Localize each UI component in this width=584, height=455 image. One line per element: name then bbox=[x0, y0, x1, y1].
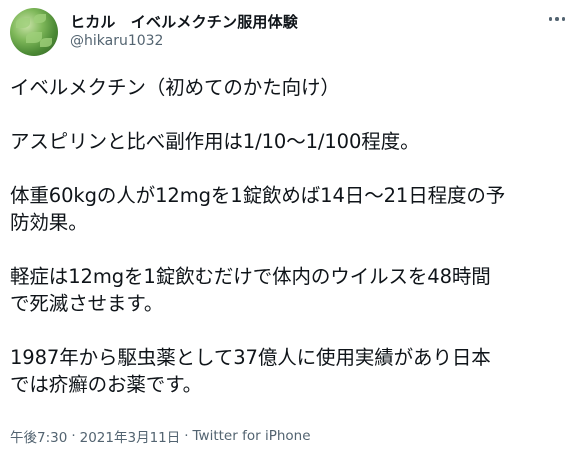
tweet-source-link[interactable]: Twitter for iPhone bbox=[193, 428, 311, 444]
more-horizontal-icon bbox=[561, 17, 566, 21]
more-horizontal-icon bbox=[548, 17, 553, 21]
more-horizontal-icon bbox=[555, 17, 559, 21]
more-options-button[interactable] bbox=[540, 8, 574, 30]
tweet-card: ヒカル イベルメクチン服用体験 @hikaru1032 イベルメクチン（初めての… bbox=[0, 0, 584, 455]
avatar-leaf bbox=[40, 38, 52, 47]
tweet-date-link[interactable]: 2021年3月11日 bbox=[80, 426, 181, 446]
tweet-line: では疥癬のお薬です。 bbox=[10, 373, 203, 396]
avatar-leaf bbox=[34, 14, 46, 23]
avatar-leaf bbox=[16, 18, 30, 28]
tweet-line: で死滅させます。 bbox=[10, 292, 164, 315]
tweet-line: 体重60kgの人が12mgを1錠飲めば14日〜21日程度の予 bbox=[10, 184, 506, 207]
tweet-line: 軽症は12mgを1錠飲むだけで体内のウイルスを48時間 bbox=[10, 265, 491, 288]
meta-separator: · bbox=[184, 428, 189, 444]
tweet-line: 1987年から駆虫薬として37億人に使用実績があり日本 bbox=[10, 346, 491, 369]
user-handle[interactable]: @hikaru1032 bbox=[70, 33, 163, 49]
tweet-time-link[interactable]: 午後7:30 bbox=[10, 426, 67, 446]
line-break bbox=[10, 236, 578, 263]
display-name[interactable]: ヒカル イベルメクチン服用体験 bbox=[70, 11, 298, 32]
line-break bbox=[10, 155, 578, 182]
line-break bbox=[10, 101, 578, 128]
line-break bbox=[10, 317, 578, 344]
tweet-line: アスピリンと比べ副作用は1/10〜1/100程度。 bbox=[10, 130, 420, 153]
tweet-line: 防効果。 bbox=[10, 211, 88, 234]
tweet-line: イベルメクチン（初めてのかた向け） bbox=[10, 76, 340, 99]
avatar[interactable] bbox=[10, 8, 58, 56]
tweet-text: イベルメクチン（初めてのかた向け） アスピリンと比べ副作用は1/10〜1/100… bbox=[10, 74, 578, 398]
tweet-metadata: 午後7:30 · 2021年3月11日 · Twitter for iPhone bbox=[10, 426, 311, 446]
meta-separator: · bbox=[71, 428, 76, 444]
